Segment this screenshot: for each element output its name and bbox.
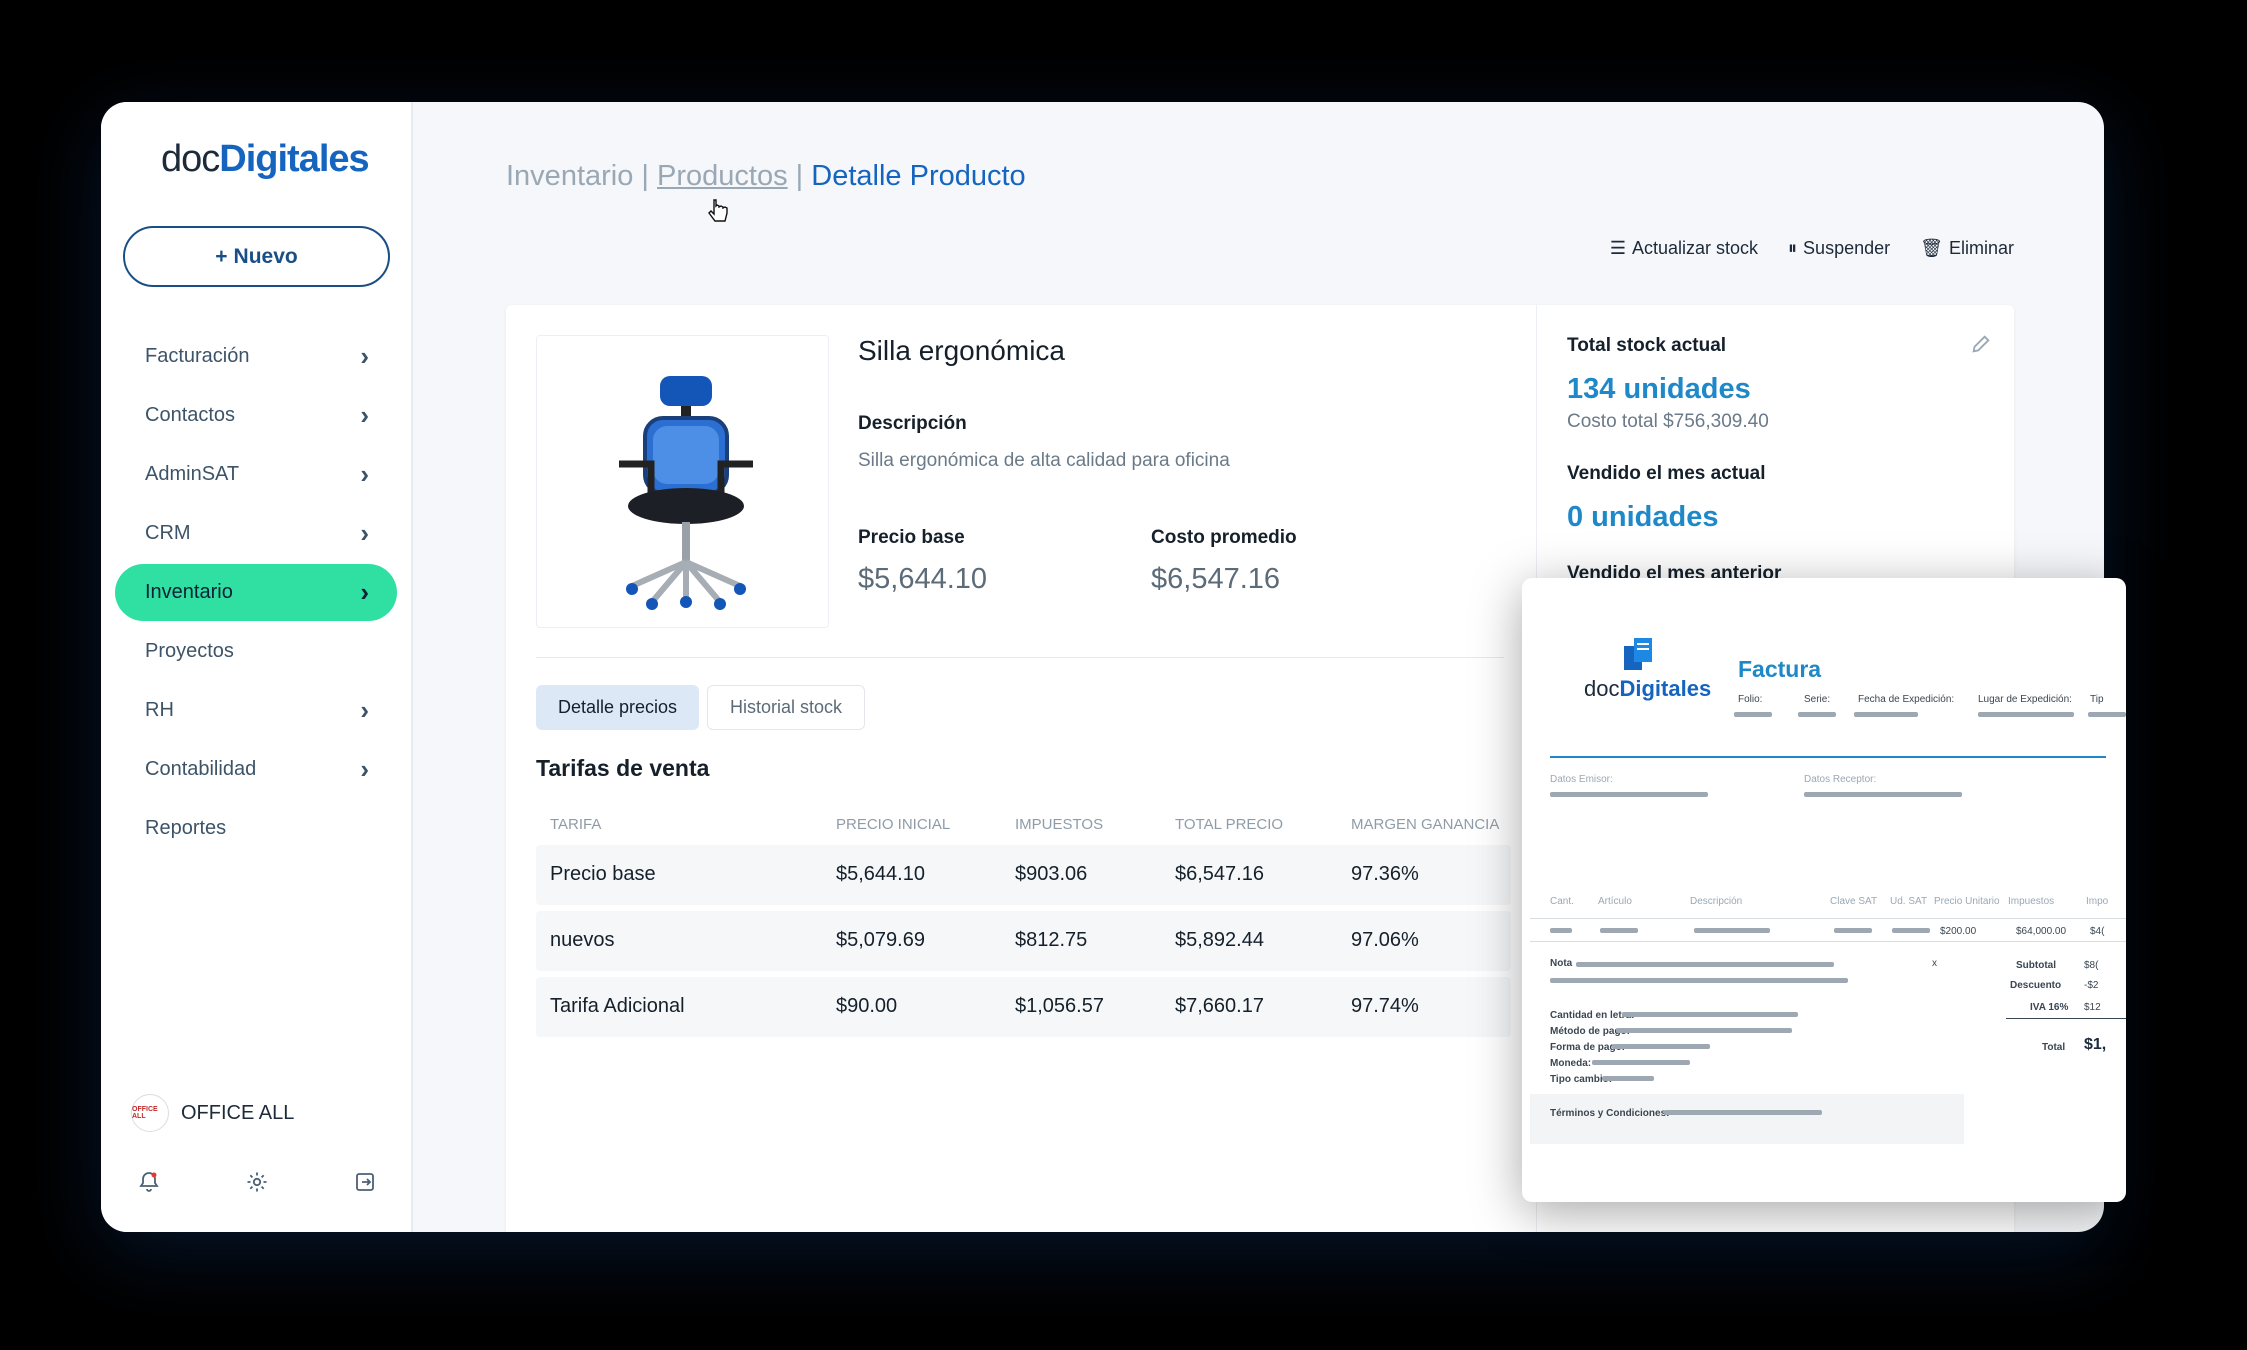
sidebar-nav: Facturación › Contactos › AdminSAT › CRM… [115, 328, 397, 859]
total-stock-label: Total stock actual [1567, 335, 1727, 356]
rates-title: Tarifas de venta [536, 755, 710, 781]
sidebar-item-label: Contabilidad [145, 758, 257, 780]
invoice-rule [1550, 756, 2106, 758]
new-button[interactable]: + Nuevo [123, 226, 390, 287]
sliders-icon: ☰ [1609, 238, 1626, 258]
company-name: OFFICE ALL [181, 1101, 295, 1124]
chevron-right-icon: › [360, 754, 369, 784]
tab-detalle-precios[interactable]: Detalle precios [536, 685, 699, 730]
product-description: Silla ergonómica de alta calidad para of… [858, 450, 1230, 471]
chevron-right-icon: › [360, 341, 369, 371]
plus-icon: + [215, 244, 228, 268]
breadcrumb-current: Detalle Producto [811, 160, 1026, 192]
sidebar-item-label: CRM [145, 522, 191, 544]
sidebar-item-crm[interactable]: CRM › [115, 505, 397, 562]
product-image [536, 335, 829, 628]
bell-icon[interactable] [137, 1170, 161, 1194]
delete-button[interactable]: 🗑 Eliminar [1920, 238, 2014, 259]
chevron-right-icon: › [360, 459, 369, 489]
sidebar-item-label: Facturación [145, 345, 250, 367]
breadcrumb-productos[interactable]: Productos [657, 160, 788, 192]
rates-table-header: TARIFA PRECIO INICIAL IMPUESTOS TOTAL PR… [536, 810, 1511, 840]
product-actions: ☰ Actualizar stock ⏸ Suspender 🗑 Elimina… [1610, 238, 2014, 259]
sidebar-item-inventario[interactable]: Inventario › [115, 564, 397, 621]
sidebar-item-adminsat[interactable]: AdminSAT › [115, 446, 397, 503]
sidebar-item-contactos[interactable]: Contactos › [115, 387, 397, 444]
office-chair-image [619, 376, 753, 610]
table-row[interactable]: Precio base $5,644.10 $903.06 $6,547.16 … [536, 845, 1511, 905]
avg-cost-value: $6,547.16 [1151, 563, 1281, 595]
sidebar-item-label: AdminSAT [145, 463, 240, 485]
sidebar-item-rh[interactable]: RH › [115, 682, 397, 739]
invoice-logo: docDigitales [1584, 676, 1712, 701]
product-name: Silla ergonómica [858, 335, 1065, 366]
sidebar-item-proyectos[interactable]: Proyectos [115, 623, 397, 680]
chevron-right-icon: › [360, 518, 369, 548]
sidebar: docDigitales + Nuevo Facturación › Conta… [101, 102, 413, 1232]
sidebar-item-reportes[interactable]: Reportes [115, 800, 397, 857]
table-row[interactable]: nuevos $5,079.69 $812.75 $5,892.44 97.06… [536, 911, 1511, 971]
chevron-right-icon: › [360, 577, 369, 607]
company-logo: OFFICE ALL [131, 1094, 169, 1132]
breadcrumb-inventario[interactable]: Inventario [506, 160, 633, 192]
tab-historial-stock[interactable]: Historial stock [707, 685, 865, 730]
sidebar-item-label: Contactos [145, 404, 236, 426]
trash-icon: 🗑 [1920, 238, 1943, 258]
column-header: TOTAL PRECIO [1175, 816, 1284, 833]
pencil-icon[interactable] [1970, 333, 1992, 355]
gear-icon[interactable] [245, 1170, 269, 1194]
company-switcher[interactable]: OFFICE ALL OFFICE ALL [131, 1094, 294, 1132]
table-row[interactable]: Tarifa Adicional $90.00 $1,056.57 $7,660… [536, 977, 1511, 1037]
terms-box [1530, 1094, 1964, 1144]
column-header: IMPUESTOS [1015, 816, 1104, 833]
chevron-right-icon: › [360, 695, 369, 725]
document-logo-icon [1624, 638, 1652, 670]
sidebar-item-label: Proyectos [145, 640, 234, 662]
total-stock-value: 134 unidades [1567, 373, 1751, 405]
pause-icon: ⏸ [1788, 238, 1798, 258]
sold-month-value: 0 unidades [1567, 501, 1719, 533]
invoice-title: Factura [1738, 656, 1822, 682]
base-price-value: $5,644.10 [858, 563, 988, 595]
column-header: MARGEN GANANCIA [1351, 816, 1500, 833]
breadcrumb: Inventario | Productos | Detalle Product… [506, 160, 1026, 192]
sidebar-item-label: RH [145, 699, 174, 721]
chevron-right-icon: › [360, 400, 369, 430]
avg-cost-label: Costo promedio [1151, 527, 1297, 548]
divider [536, 657, 1504, 658]
brand-logo[interactable]: docDigitales [161, 138, 370, 181]
sidebar-item-label: Inventario [145, 581, 233, 603]
logout-icon[interactable] [353, 1170, 377, 1194]
sidebar-bottom-icons [137, 1170, 377, 1194]
update-stock-button[interactable]: ☰ Actualizar stock [1610, 238, 1758, 259]
hand-cursor-icon [708, 199, 728, 222]
base-price-label: Precio base [858, 527, 965, 548]
description-label: Descripción [858, 413, 967, 434]
column-header: PRECIO INICIAL [836, 816, 951, 833]
suspend-button[interactable]: ⏸ Suspender [1788, 238, 1890, 259]
sidebar-item-contabilidad[interactable]: Contabilidad › [115, 741, 397, 798]
sidebar-item-facturacion[interactable]: Facturación › [115, 328, 397, 385]
new-button-label: Nuevo [233, 244, 298, 268]
invoice-preview: docDigitales Factura Folio: Serie: Fecha… [1522, 578, 2126, 1202]
column-header: TARIFA [550, 816, 602, 833]
total-cost: Costo total $756,309.40 [1567, 411, 1769, 432]
sold-month-label: Vendido el mes actual [1567, 463, 1766, 484]
sidebar-item-label: Reportes [145, 817, 227, 839]
